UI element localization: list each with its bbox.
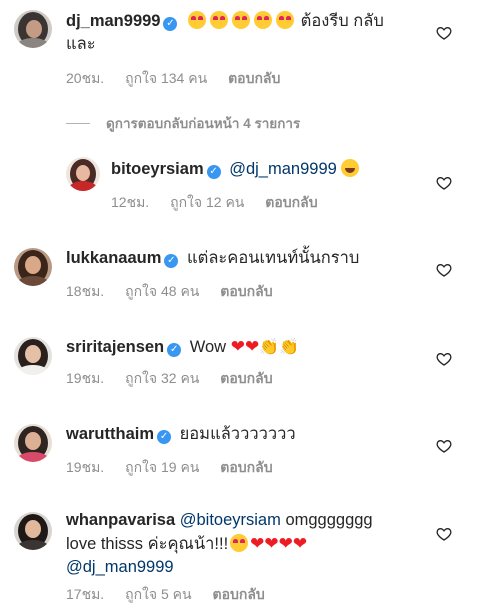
like-count[interactable]: ถูกใจ 19 คน: [125, 459, 199, 475]
timestamp[interactable]: 20ชม.: [66, 70, 104, 86]
comment-meta: 12ชม. ถูกใจ 12 คน ตอบกลับ: [111, 192, 335, 214]
reply-button[interactable]: ตอบกลับ: [212, 586, 264, 602]
comment-text: lukkanaaum ✓ แต่ละคอนเทนท์นั้นกราบ: [66, 247, 406, 270]
timestamp[interactable]: 19ชม.: [66, 370, 104, 386]
like-count[interactable]: ถูกใจ 48 คน: [125, 283, 199, 299]
username[interactable]: sriritajensen: [66, 338, 164, 356]
username[interactable]: lukkanaaum: [66, 249, 161, 267]
username[interactable]: dj_man9999: [66, 12, 160, 30]
comment-text: sriritajensen ✓ Wow ❤❤👏👏: [66, 335, 406, 359]
comment-body: แต่ละคอนเทนท์นั้นกราบ: [186, 249, 360, 267]
verified-badge-icon: ✓: [206, 165, 221, 179]
timestamp[interactable]: 18ชม.: [66, 283, 104, 299]
avatar[interactable]: [14, 248, 52, 286]
comment-meta: 19ชม. ถูกใจ 32 คน ตอบกลับ: [66, 368, 290, 390]
timestamp[interactable]: 12ชม.: [111, 194, 149, 210]
reply-button[interactable]: ตอบกลับ: [220, 283, 272, 299]
comment-meta: 20ชม. ถูกใจ 134 คน ตอบกลับ: [66, 68, 297, 90]
comment-text: bitoeyrsiam ✓ @dj_man9999: [111, 158, 411, 181]
avatar[interactable]: [14, 337, 52, 375]
comment-meta: 19ชม. ถูกใจ 19 คน ตอบกลับ: [66, 457, 290, 479]
mention-link-2[interactable]: @dj_man9999: [66, 558, 174, 576]
like-count[interactable]: ถูกใจ 134 คน: [125, 70, 207, 86]
avatar[interactable]: [14, 10, 52, 48]
avatar[interactable]: [66, 157, 100, 191]
view-previous-replies-button[interactable]: ดูการตอบกลับก่อนหน้า 4 รายการ: [66, 112, 300, 134]
verified-badge-icon: ✓: [167, 343, 182, 357]
mention-link[interactable]: @dj_man9999: [229, 160, 337, 178]
avatar[interactable]: [14, 424, 52, 462]
love-eyes-emoji: [230, 534, 249, 552]
reply-button[interactable]: ตอบกลับ: [220, 370, 272, 386]
comment-text: dj_man9999 ✓ ต้องรีบ กลับและ: [66, 10, 406, 56]
avatar[interactable]: [14, 512, 52, 550]
reply-button[interactable]: ตอบกลับ: [265, 194, 317, 210]
divider-line: [66, 123, 90, 124]
heart-outline-icon[interactable]: [436, 438, 452, 454]
heart-outline-icon[interactable]: [436, 526, 452, 542]
comment-body: ยอมแล้ววววววว: [179, 425, 296, 443]
timestamp[interactable]: 19ชม.: [66, 459, 104, 475]
heart-outline-icon[interactable]: [436, 351, 452, 367]
heart-outline-icon[interactable]: [436, 25, 452, 41]
red-heart-emoji: ❤❤: [230, 337, 260, 356]
like-count[interactable]: ถูกใจ 12 คน: [170, 194, 244, 210]
username[interactable]: warutthaim: [66, 425, 154, 443]
like-count[interactable]: ถูกใจ 32 คน: [125, 370, 199, 386]
comment-body: Wow: [189, 338, 227, 356]
comment-meta: 18ชม. ถูกใจ 48 คน ตอบกลับ: [66, 281, 290, 303]
like-count[interactable]: ถูกใจ 5 คน: [125, 586, 192, 602]
comment-body: omggggggg: [285, 511, 373, 529]
reply-button[interactable]: ตอบกลับ: [220, 459, 272, 475]
verified-badge-icon: ✓: [157, 430, 172, 444]
laughing-emoji: [341, 159, 360, 177]
comment-text: warutthaim ✓ ยอมแล้ววววววว: [66, 423, 406, 446]
reply-button[interactable]: ตอบกลับ: [228, 70, 280, 86]
comment-meta: 17ชม. ถูกใจ 5 คน ตอบกลับ: [66, 584, 282, 606]
comment-body-2: love thisss ค่ะคุณน้า!!!: [66, 535, 229, 553]
heart-outline-icon[interactable]: [436, 175, 452, 191]
username[interactable]: whanpavarisa: [66, 511, 175, 529]
verified-badge-icon: ✓: [163, 17, 178, 31]
verified-badge-icon: ✓: [164, 254, 179, 268]
comment-text: whanpavarisa @bitoeyrsiam omggggggg love…: [66, 509, 416, 579]
heart-outline-icon[interactable]: [436, 262, 452, 278]
mention-link[interactable]: @bitoeyrsiam: [180, 511, 281, 529]
timestamp[interactable]: 17ชม.: [66, 586, 104, 602]
clapping-emoji: 👏👏: [259, 339, 300, 356]
view-replies-label: ดูการตอบกลับก่อนหน้า 4 รายการ: [106, 116, 301, 131]
username[interactable]: bitoeyrsiam: [111, 160, 204, 178]
red-heart-emoji: ❤❤❤❤: [250, 534, 308, 553]
love-eyes-emoji: [186, 11, 296, 30]
